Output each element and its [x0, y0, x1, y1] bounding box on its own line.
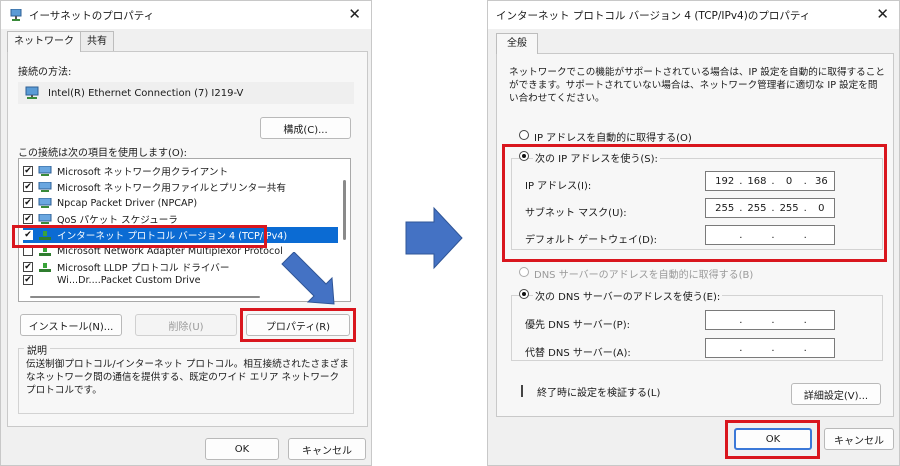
protocol-icon — [38, 275, 52, 285]
tab-sharing[interactable]: 共有 — [80, 31, 114, 51]
tab-general[interactable]: 全般 — [496, 33, 538, 54]
close-icon[interactable]: ✕ — [876, 6, 889, 22]
network-adapter-icon — [24, 86, 40, 100]
configure-button[interactable]: 構成(C)... — [260, 117, 351, 139]
network-adapter-icon — [9, 8, 23, 21]
ok-button[interactable]: OK — [205, 438, 279, 460]
scroll-thumb[interactable] — [343, 180, 346, 240]
transition-arrow-icon — [405, 206, 463, 270]
intro-text: ネットワークでこの機能がサポートされている場合は、IP 設定を自動的に取得するこ… — [509, 67, 885, 104]
general-tab-panel: ネットワークでこの機能がサポートされている場合は、IP 設定を自動的に取得するこ… — [496, 53, 894, 417]
checkbox[interactable]: ✔ — [23, 166, 33, 176]
tab-network[interactable]: ネットワーク — [7, 31, 81, 52]
scroll-thumb[interactable] — [30, 296, 260, 298]
alternate-dns-label: 代替 DNS サーバー(A): — [525, 348, 631, 359]
window-title: インターネット プロトコル バージョン 4 (TCP/IPv4)のプロパティ — [496, 9, 811, 22]
description-text: 伝送制御プロトコル/インターネット プロトコル。相互接続されたさまざまなネットワ… — [26, 359, 349, 396]
ipv4-highlight — [12, 225, 267, 248]
title-bar: イーサネットのプロパティ ✕ — [1, 1, 371, 29]
adapter-name: Intel(R) Ethernet Connection (7) I219-V — [48, 87, 244, 99]
cancel-button[interactable]: キャンセル — [288, 438, 366, 460]
validate-checkbox[interactable] — [521, 385, 523, 397]
manual-dns-radio[interactable] — [519, 289, 529, 299]
list-item[interactable]: ✔ Npcap Packet Driver (NPCAP) — [23, 195, 338, 211]
checkbox[interactable]: ✔ — [23, 182, 33, 192]
auto-ip-label[interactable]: IP アドレスを自動的に取得する(O) — [534, 129, 692, 144]
auto-ip-radio[interactable] — [519, 130, 529, 140]
adapter-field: Intel(R) Ethernet Connection (7) I219-V — [18, 82, 354, 104]
title-bar: インターネット プロトコル バージョン 4 (TCP/IPv4)のプロパティ ✕ — [488, 1, 899, 29]
checkbox[interactable]: ✔ — [23, 262, 33, 272]
cancel-button[interactable]: キャンセル — [824, 428, 894, 450]
network-client-icon — [38, 165, 52, 177]
uninstall-button: 削除(U) — [135, 314, 237, 336]
driver-icon — [38, 197, 52, 209]
alternate-dns-field[interactable]: ... — [705, 338, 835, 358]
list-item[interactable]: ✔ Microsoft ネットワーク用ファイルとプリンター共有 — [23, 179, 338, 195]
manual-dns-label[interactable]: 次の DNS サーバーのアドレスを使う(E): — [533, 288, 723, 303]
description-group-label: 説明 — [24, 342, 50, 357]
ethernet-properties-dialog: イーサネットのプロパティ ✕ ネットワーク 共有 接続の方法: Intel(R)… — [0, 0, 372, 466]
vertical-scrollbar[interactable] — [341, 160, 349, 300]
file-share-icon — [38, 181, 52, 193]
ok-highlight — [725, 420, 820, 459]
auto-dns-radio — [519, 267, 529, 277]
close-icon[interactable]: ✕ — [348, 6, 361, 22]
items-label: この接続は次の項目を使用します(O): — [18, 148, 188, 159]
window-title: イーサネットのプロパティ — [29, 9, 155, 22]
ipv4-properties-dialog: インターネット プロトコル バージョン 4 (TCP/IPv4)のプロパティ ✕… — [487, 0, 900, 466]
properties-highlight — [240, 308, 356, 342]
preferred-dns-field[interactable]: ... — [705, 310, 835, 330]
pointer-arrow-icon — [281, 252, 335, 305]
connect-using-label: 接続の方法: — [18, 67, 72, 78]
protocol-icon — [38, 262, 52, 273]
auto-dns-label: DNS サーバーのアドレスを自動的に取得する(B) — [534, 270, 754, 281]
validate-label[interactable]: 終了時に設定を検証する(L) — [537, 384, 660, 399]
advanced-button[interactable]: 詳細設定(V)... — [791, 383, 881, 405]
network-tab-panel: 接続の方法: Intel(R) Ethernet Connection (7) … — [7, 51, 368, 427]
manual-ip-highlight — [502, 144, 887, 262]
qos-icon — [38, 213, 52, 225]
checkbox[interactable]: ✔ — [23, 198, 33, 208]
preferred-dns-label: 優先 DNS サーバー(P): — [525, 320, 630, 331]
list-item[interactable]: ✔ Microsoft ネットワーク用クライアント — [23, 163, 338, 179]
checkbox[interactable]: ✔ — [23, 275, 33, 285]
checkbox[interactable]: ✔ — [23, 214, 33, 224]
install-button[interactable]: インストール(N)... — [20, 314, 122, 336]
